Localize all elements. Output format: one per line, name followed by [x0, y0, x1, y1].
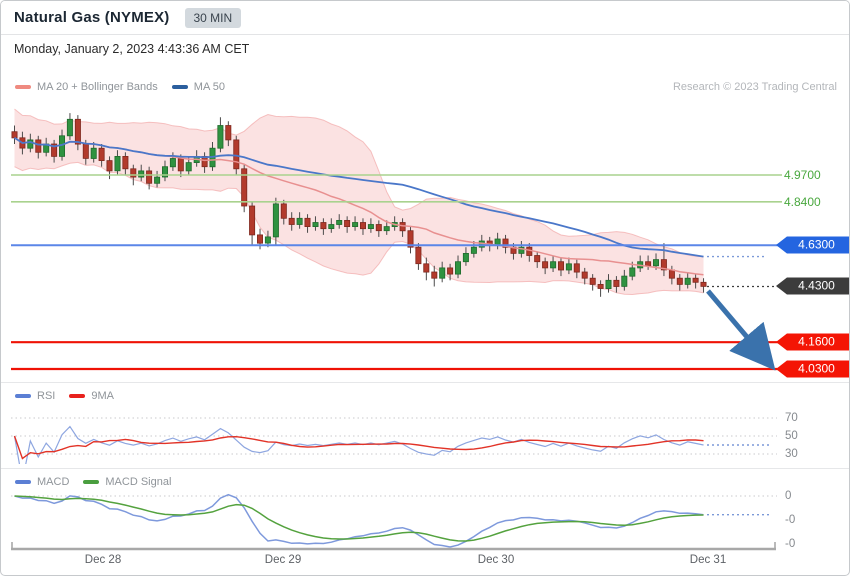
price-level-tag: 4.6300 [776, 236, 849, 254]
macd-legend: MACD MACD Signal [15, 476, 171, 488]
legend-label: MACD [37, 476, 70, 488]
price-level-label: 4.9700 [784, 168, 821, 182]
chart-window: Natural Gas (NYMEX) 30 MIN Monday, Janua… [0, 0, 850, 576]
rsi-axis-label: 50 [785, 430, 798, 442]
price-level-tag: 4.4300 [776, 277, 849, 295]
macd-axis-label: 0 [785, 490, 792, 502]
rsi-legend: RSI 9MA [15, 390, 114, 402]
legend-label: MACD Signal [105, 476, 172, 488]
legend-swatch-icon [69, 394, 86, 398]
rsi-axis-label: 30 [785, 448, 798, 460]
macd-axis-label: -0 [785, 514, 796, 526]
price-level-tag: 4.1600 [776, 333, 849, 351]
x-axis-label: Dec 31 [689, 554, 727, 566]
panel-divider [1, 468, 849, 469]
legend-swatch-icon [15, 480, 31, 484]
macd-axis-label: -0 [785, 538, 796, 550]
legend-swatch-icon [83, 480, 100, 484]
price-chart-canvas [11, 108, 782, 551]
legend-item: MACD Signal [83, 476, 171, 488]
price-level-label: 4.8400 [784, 195, 821, 209]
legend-swatch-icon [15, 394, 31, 398]
legend-label: 9MA [91, 390, 114, 402]
legend-item: RSI [15, 390, 55, 402]
legend-label: RSI [37, 390, 56, 402]
rsi-axis-label: 70 [785, 412, 798, 424]
price-level-tag: 4.0300 [776, 360, 849, 378]
x-axis-label: Dec 28 [84, 554, 122, 566]
legend-item: MACD [15, 476, 69, 488]
x-axis-label: Dec 29 [264, 554, 302, 566]
legend-item: 9MA [69, 390, 114, 402]
x-axis-label: Dec 30 [477, 554, 515, 566]
panel-divider [1, 382, 849, 383]
